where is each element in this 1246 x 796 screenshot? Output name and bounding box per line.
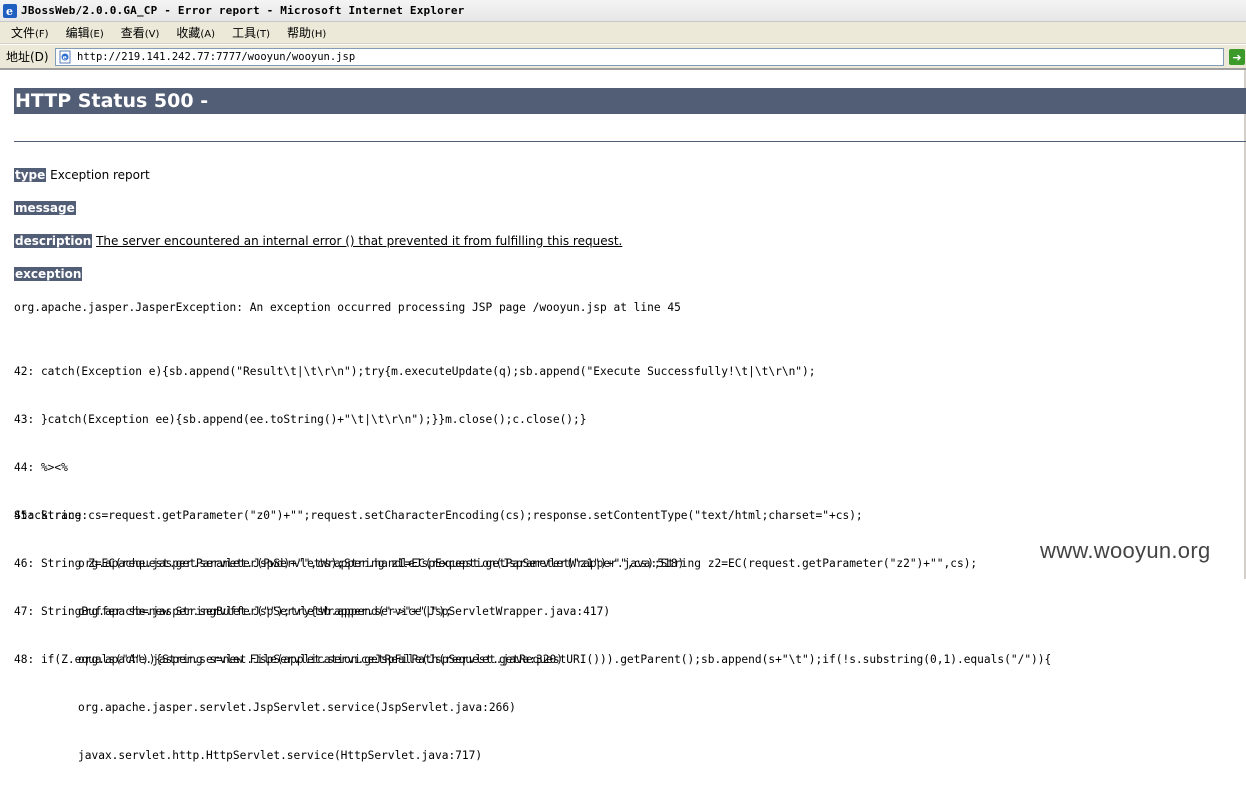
address-label: 地址(D) (6, 50, 49, 64)
address-bar: 地址(D) e http://219.141.242.77:7777/wooyu… (0, 45, 1246, 70)
stacktrace-line: org.apache.jasper.servlet.JspServlet.ser… (78, 701, 516, 714)
menu-file-accel: (F) (35, 29, 49, 40)
menu-favorites-accel: (A) (200, 29, 216, 40)
description-key: description (14, 234, 93, 248)
menu-help-label: 帮助 (287, 26, 312, 40)
menu-favorites-label: 收藏 (176, 26, 201, 40)
stacktrace-line: javax.servlet.http.HttpServlet.service(H… (78, 749, 483, 762)
page-icon: e (59, 50, 71, 64)
menu-view-accel: (V) (144, 29, 160, 40)
stacktrace-line: org.apache.jasper.servlet.JspServletWrap… (78, 605, 611, 618)
menu-edit-accel: (E) (89, 29, 104, 40)
type-row: type Exception report (14, 168, 150, 182)
stacktrace-line: org.apache.jasper.servlet.JspServlet.ser… (78, 653, 563, 666)
menu-tools[interactable]: 工具(T) (223, 22, 278, 43)
code-line: 44: %><% (14, 461, 68, 474)
menu-view[interactable]: 查看(V) (112, 22, 168, 43)
go-arrow-icon[interactable]: ➜ (1229, 49, 1245, 65)
exception-row: exception (14, 267, 83, 281)
window-title: JBossWeb/2.0.0.GA_CP - Error report - Mi… (21, 4, 465, 17)
svg-text:e: e (63, 54, 67, 62)
message-row: message (14, 201, 76, 215)
menu-edit[interactable]: 编辑(E) (57, 22, 112, 43)
type-value: Exception report (50, 168, 150, 182)
page-title: HTTP Status 500 - (14, 88, 1246, 114)
type-key: type (14, 168, 47, 182)
page-content: HTTP Status 500 - type Exception report … (14, 88, 1246, 762)
menu-edit-label: 编辑 (65, 26, 90, 40)
internet-explorer-icon: e (3, 3, 17, 18)
stacktrace: Stacktrace: org.apache.jasper.servlet.Js… (14, 476, 684, 796)
menu-file[interactable]: 文件(F) (2, 22, 57, 43)
stacktrace-label: Stacktrace: (14, 509, 89, 522)
divider (14, 141, 1246, 142)
address-url: http://219.141.242.77:7777/wooyun/wooyun… (77, 51, 356, 63)
menu-help[interactable]: 帮助(H) (278, 22, 334, 43)
code-line: 42: catch(Exception e){sb.append("Result… (14, 365, 816, 378)
menu-help-accel: (H) (311, 29, 327, 40)
window-title-bar: e JBossWeb/2.0.0.GA_CP - Error report - … (0, 0, 1246, 22)
address-input[interactable]: e http://219.141.242.77:7777/wooyun/wooy… (55, 48, 1224, 66)
menu-tools-label: 工具 (232, 26, 257, 40)
watermark: www.wooyun.org (1040, 538, 1211, 563)
exception-key: exception (14, 267, 83, 281)
menu-tools-accel: (T) (256, 29, 270, 40)
description-row: description The server encountered an in… (14, 234, 622, 248)
svg-text:e: e (6, 5, 13, 18)
code-line: 43: }catch(Exception ee){sb.append(ee.to… (14, 413, 587, 426)
menu-view-label: 查看 (120, 26, 145, 40)
message-key: message (14, 201, 76, 215)
menu-favorites[interactable]: 收藏(A) (167, 22, 223, 43)
description-value: The server encountered an internal error… (96, 234, 623, 248)
stacktrace-line: org.apache.jasper.servlet.JspServletWrap… (78, 557, 685, 570)
menu-file-label: 文件 (11, 26, 36, 40)
exception-message: org.apache.jasper.JasperException: An ex… (14, 301, 681, 314)
menu-bar: 文件(F) 编辑(E) 查看(V) 收藏(A) 工具(T) 帮助(H) (0, 22, 1246, 44)
